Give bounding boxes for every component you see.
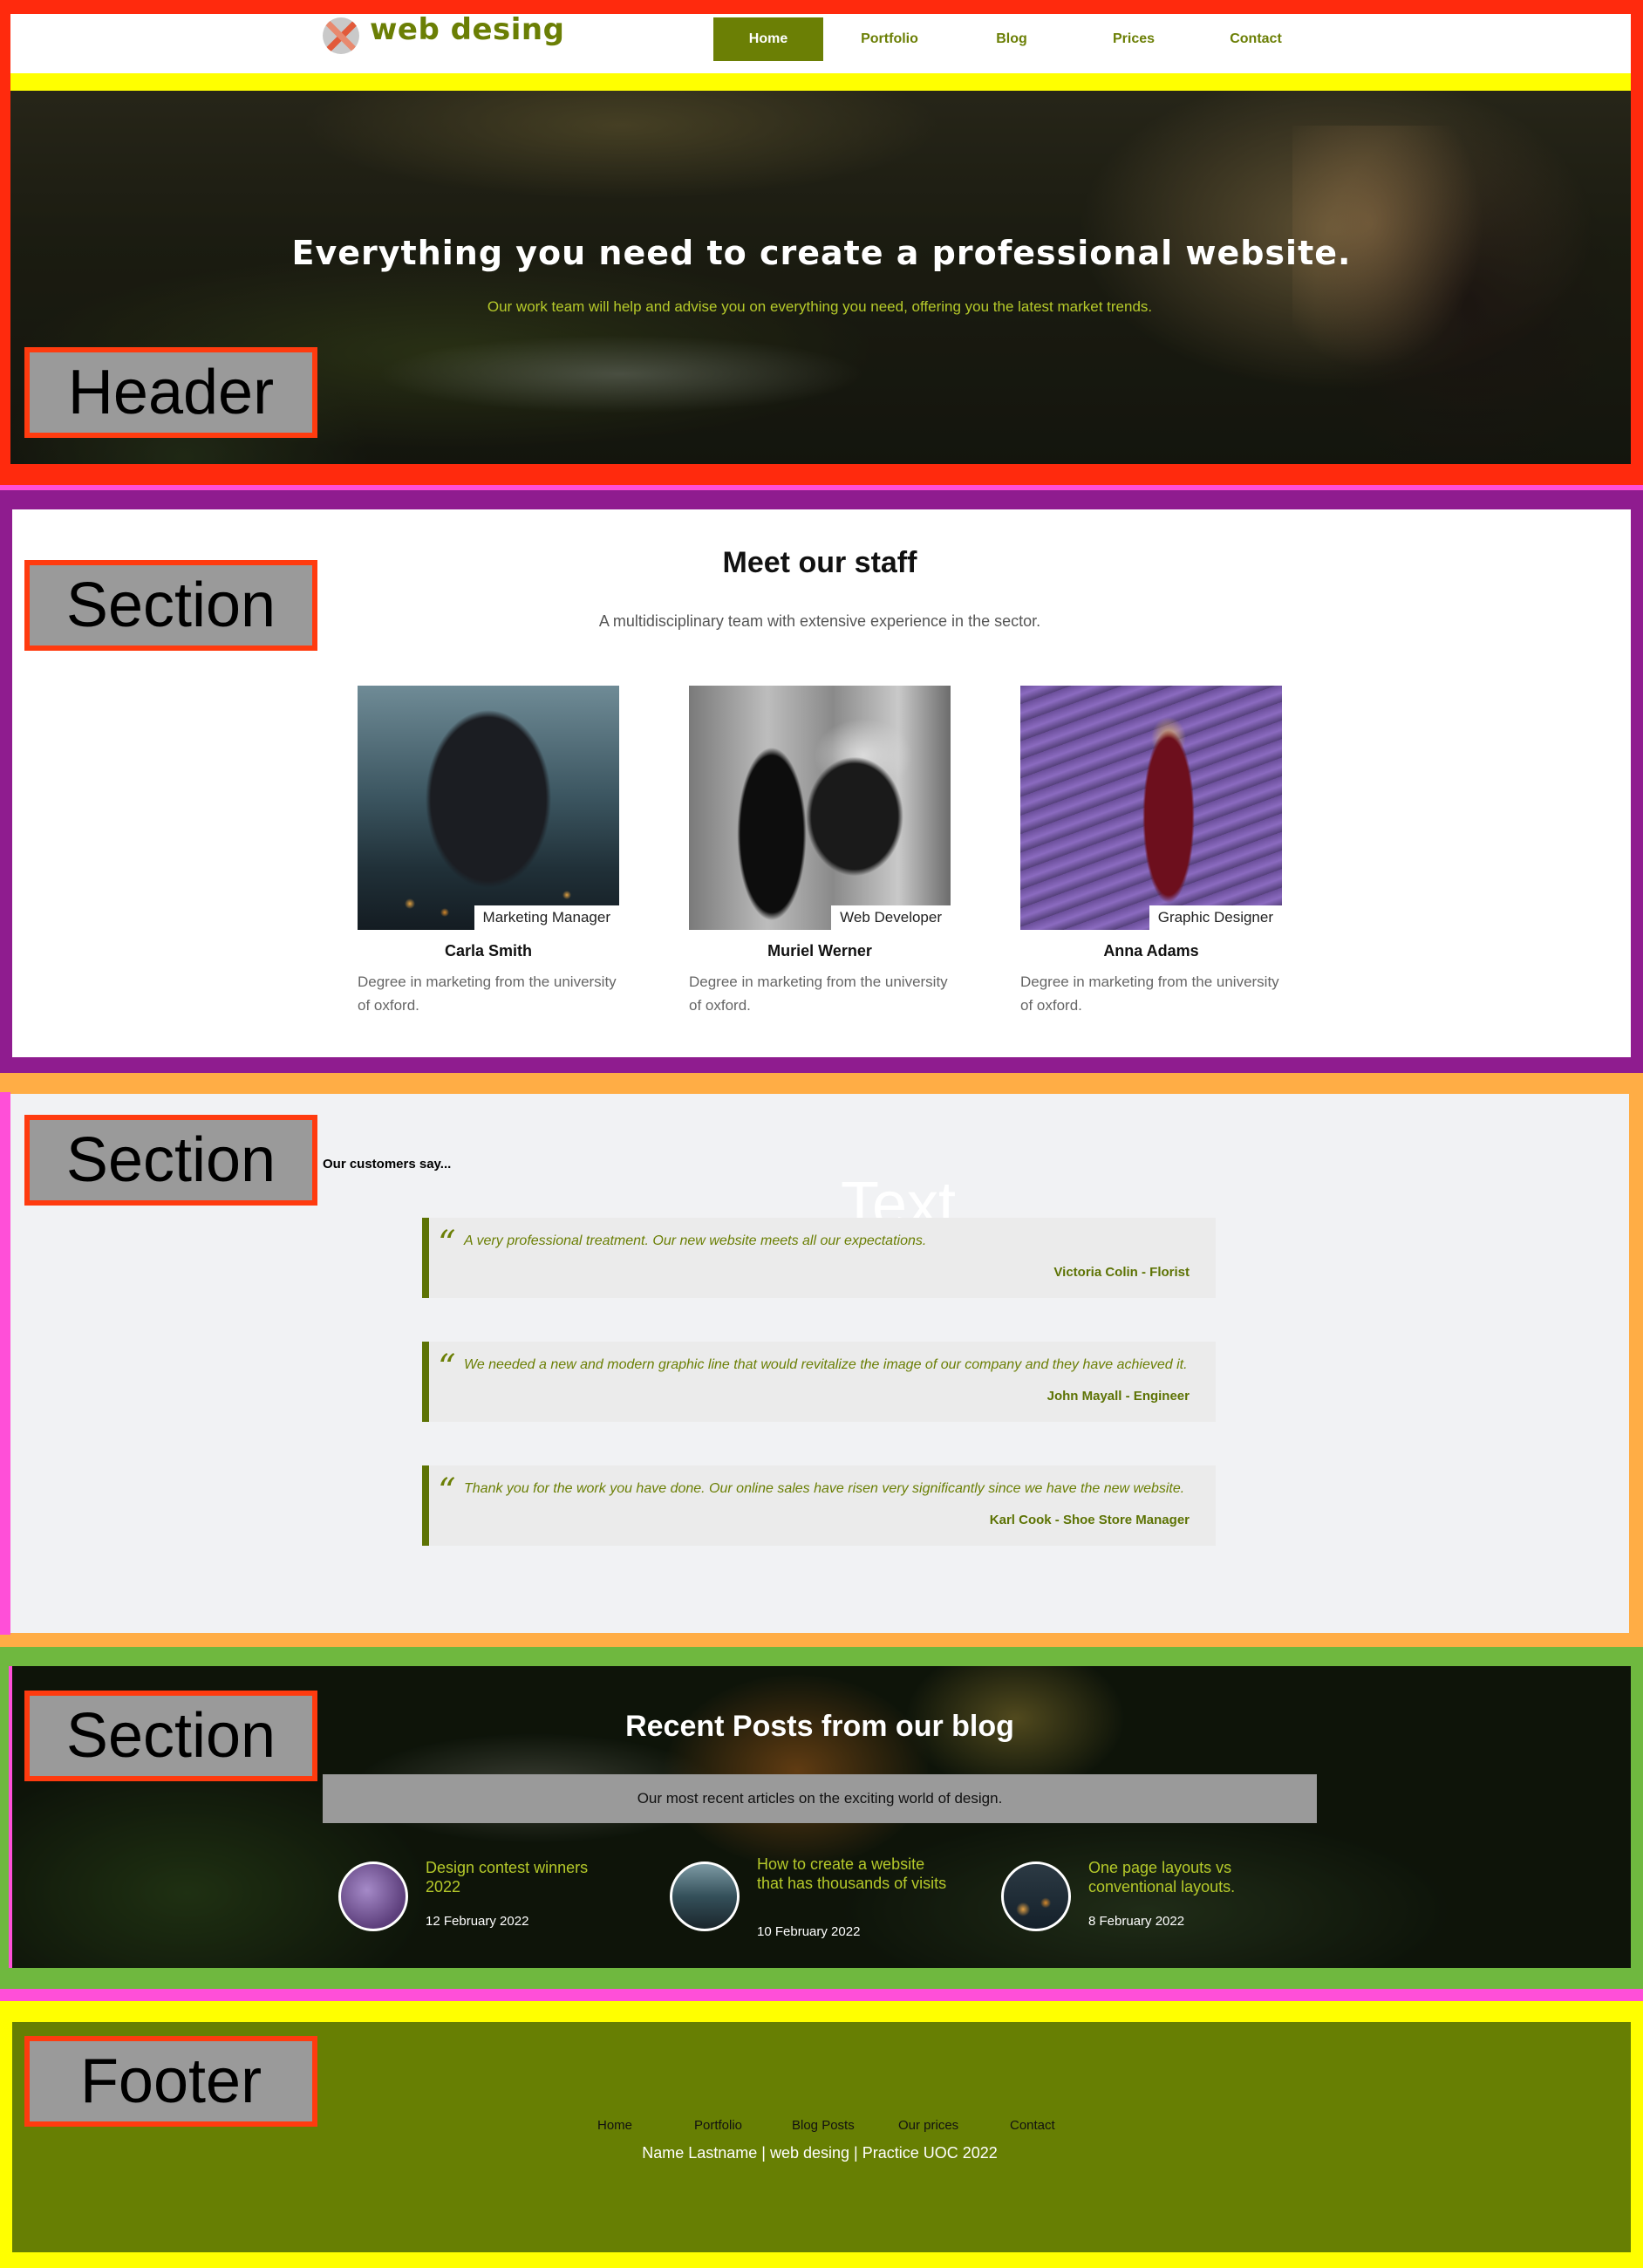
logo-text[interactable]: web desing [370,12,564,47]
testimonials-marker [0,1092,10,1635]
staff-region-label: Section [24,560,317,651]
quote-icon: “ [438,1472,456,1512]
footer-copyright: Name Lastname | web desing | Practice UO… [642,2144,998,2162]
quote-icon: “ [438,1348,456,1388]
testimonial-author: Karl Cook - Shoe Store Manager [989,1513,1190,1527]
blog-post-thumbnail[interactable] [338,1862,408,1931]
blog-post-thumbnail[interactable] [670,1862,740,1931]
header-region-label: Header [24,347,317,438]
nav-item-blog[interactable]: Blog [959,17,1064,61]
testimonial-text: We needed a new and modern graphic line … [464,1357,1188,1372]
staff-photo [1020,686,1282,930]
blog-post-date: 12 February 2022 [426,1914,529,1929]
logo-icon[interactable] [323,17,359,54]
hero-subtitle: Our work team will help and advise you o… [487,298,1153,315]
testimonial-author: John Mayall - Engineer [1046,1389,1190,1404]
footer-nav-contact[interactable]: Contact [1010,2118,1055,2133]
blog-post-thumbnail[interactable] [1001,1862,1071,1931]
staff-name: Anna Adams [1103,942,1199,960]
header-divider [10,73,1631,91]
staff-description: Degree in marketing from the university … [1020,973,1279,1014]
staff-card: Marketing Manager Carla Smith Degree in … [358,686,619,1017]
staff-card: Graphic Designer Anna Adams Degree in ma… [1020,686,1282,1017]
blog-post-title[interactable]: Design contest winners 2022 [426,1858,617,1896]
testimonial-quote: “ A very professional treatment. Our new… [422,1218,1216,1298]
testimonial-author: Victoria Colin - Florist [1053,1265,1190,1280]
staff-description: Degree in marketing from the university … [689,973,948,1014]
footer-nav-home[interactable]: Home [597,2118,632,2133]
testimonials-heading: Our customers say... [323,1157,452,1172]
footer-nav-portfolio[interactable]: Portfolio [694,2118,742,2133]
staff-photo [689,686,951,930]
footer-region-label: Footer [24,2036,317,2127]
staff-photo [358,686,619,930]
staff-card: Web Developer Muriel Werner Degree in ma… [689,686,951,1017]
footer-nav-our-prices[interactable]: Our prices [898,2118,958,2133]
testimonial-text: A very professional treatment. Our new w… [464,1233,927,1248]
blog-post[interactable]: How to create a website that has thousan… [670,1855,966,1942]
testimonial-quote: “ Thank you for the work you have done. … [422,1465,1216,1546]
footer-nav-blog-posts[interactable]: Blog Posts [792,2118,855,2133]
staff-name: Carla Smith [444,942,533,960]
testimonial-quote: “ We needed a new and modern graphic lin… [422,1342,1216,1422]
blog-subtitle: Our most recent articles on the exciting… [323,1774,1317,1823]
staff-role: Marketing Manager [474,905,619,930]
blog-post[interactable]: One page layouts vs conventional layouts… [1001,1858,1298,1945]
nav-item-home[interactable]: Home [713,17,823,61]
blog-post[interactable]: Design contest winners 2022 12 February … [338,1858,635,1945]
testimonials-region-label: Section [24,1115,317,1206]
testimonial-text: Thank you for the work you have done. Ou… [464,1481,1185,1496]
nav-item-prices[interactable]: Prices [1081,17,1186,61]
quote-icon: “ [438,1224,456,1264]
footer-marker [0,1989,1643,2001]
staff-description: Degree in marketing from the university … [358,973,617,1014]
staff-name: Muriel Werner [767,942,872,960]
staff-role: Graphic Designer [1149,905,1282,930]
blog-post-title[interactable]: How to create a website that has thousan… [757,1855,949,1893]
blog-region-label: Section [24,1691,317,1781]
staff-role: Web Developer [831,905,951,930]
blog-post-title[interactable]: One page layouts vs conventional layouts… [1088,1858,1280,1896]
hero-title: Everything you need to create a professi… [291,234,1352,272]
nav-item-portfolio[interactable]: Portfolio [837,17,942,61]
blog-post-date: 10 February 2022 [757,1924,861,1939]
blog-post-date: 8 February 2022 [1088,1914,1185,1929]
nav-item-contact[interactable]: Contact [1203,17,1308,61]
